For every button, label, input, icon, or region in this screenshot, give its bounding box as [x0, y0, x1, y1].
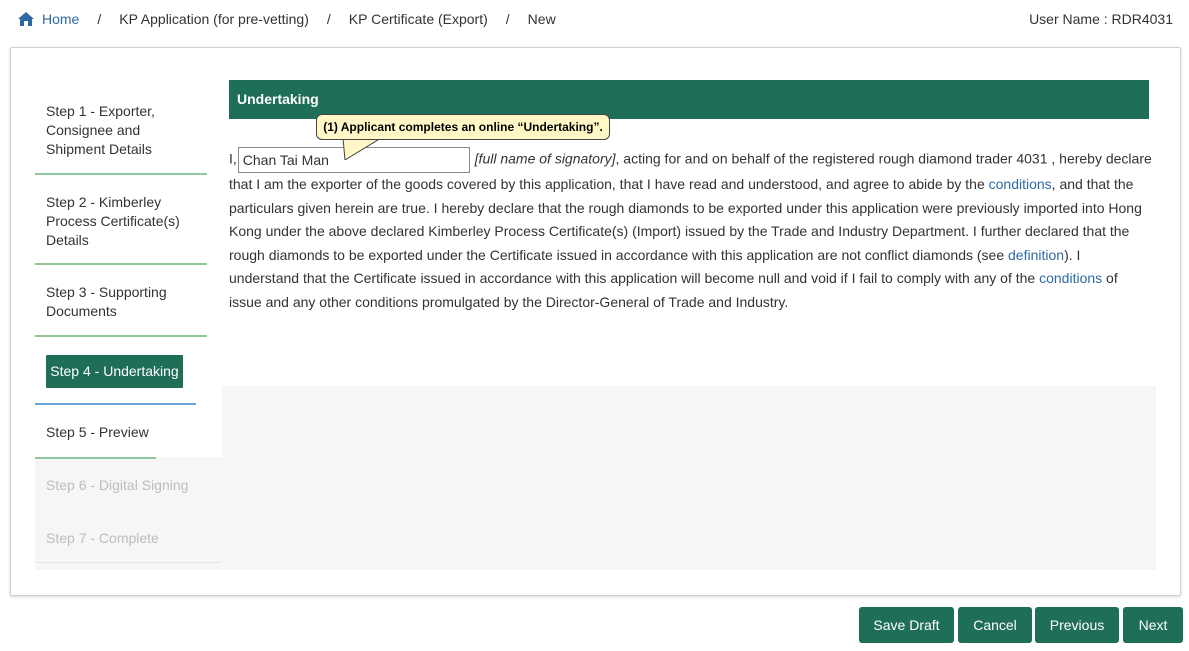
step-5-preview[interactable]: Step 5 - Preview: [46, 423, 149, 442]
step-4-divider: [35, 403, 196, 405]
step-2-divider: [35, 263, 207, 265]
breadcrumb-kp-application[interactable]: KP Application (for pre-vetting): [119, 11, 309, 27]
callout-pointer-icon: [342, 138, 381, 160]
breadcrumb-kp-certificate[interactable]: KP Certificate (Export): [349, 11, 488, 27]
breadcrumb-home-label[interactable]: Home: [42, 11, 79, 27]
step-3-supporting-documents[interactable]: Step 3 - Supporting Documents: [46, 283, 167, 321]
undertaking-text: I, [full name of signatory], acting for …: [229, 147, 1154, 315]
step-4-undertaking[interactable]: Step 4 - Undertaking: [46, 355, 183, 388]
breadcrumb: Home / KP Application (for pre-vetting) …: [18, 11, 556, 27]
step-7-complete: Step 7 - Complete: [46, 530, 159, 546]
save-draft-button[interactable]: Save Draft: [859, 607, 954, 643]
step-1-divider: [35, 173, 207, 175]
breadcrumb-home[interactable]: Home: [18, 11, 79, 27]
home-icon: [18, 12, 34, 26]
definition-link[interactable]: definition: [1008, 247, 1064, 263]
step-2-kp-certificate[interactable]: Step 2 - Kimberley Process Certificate(s…: [46, 193, 180, 250]
step-3-divider: [35, 335, 207, 337]
next-button[interactable]: Next: [1123, 607, 1183, 643]
step-7-divider: [35, 562, 221, 563]
breadcrumb-current: New: [527, 11, 556, 27]
previous-button[interactable]: Previous: [1035, 607, 1119, 643]
steps-background: [35, 457, 222, 570]
cancel-button[interactable]: Cancel: [958, 607, 1032, 643]
signatory-hint: [full name of signatory]: [474, 150, 616, 167]
conditions-link-1[interactable]: conditions: [989, 176, 1052, 192]
step-1-exporter[interactable]: Step 1 - Exporter, Consignee and Shipmen…: [46, 102, 155, 159]
main-card: Step 1 - Exporter, Consignee and Shipmen…: [10, 47, 1181, 596]
step-6-digital-signing: Step 6 - Digital Signing: [46, 477, 189, 493]
user-name: User Name : RDR4031: [1029, 11, 1173, 27]
content-background: [222, 386, 1156, 570]
conditions-link-2[interactable]: conditions: [1039, 270, 1102, 286]
annotation-callout: (1) Applicant completes an online “Under…: [316, 114, 610, 140]
step-5-divider: [35, 457, 156, 459]
top-bar: Home / KP Application (for pre-vetting) …: [0, 0, 1189, 38]
